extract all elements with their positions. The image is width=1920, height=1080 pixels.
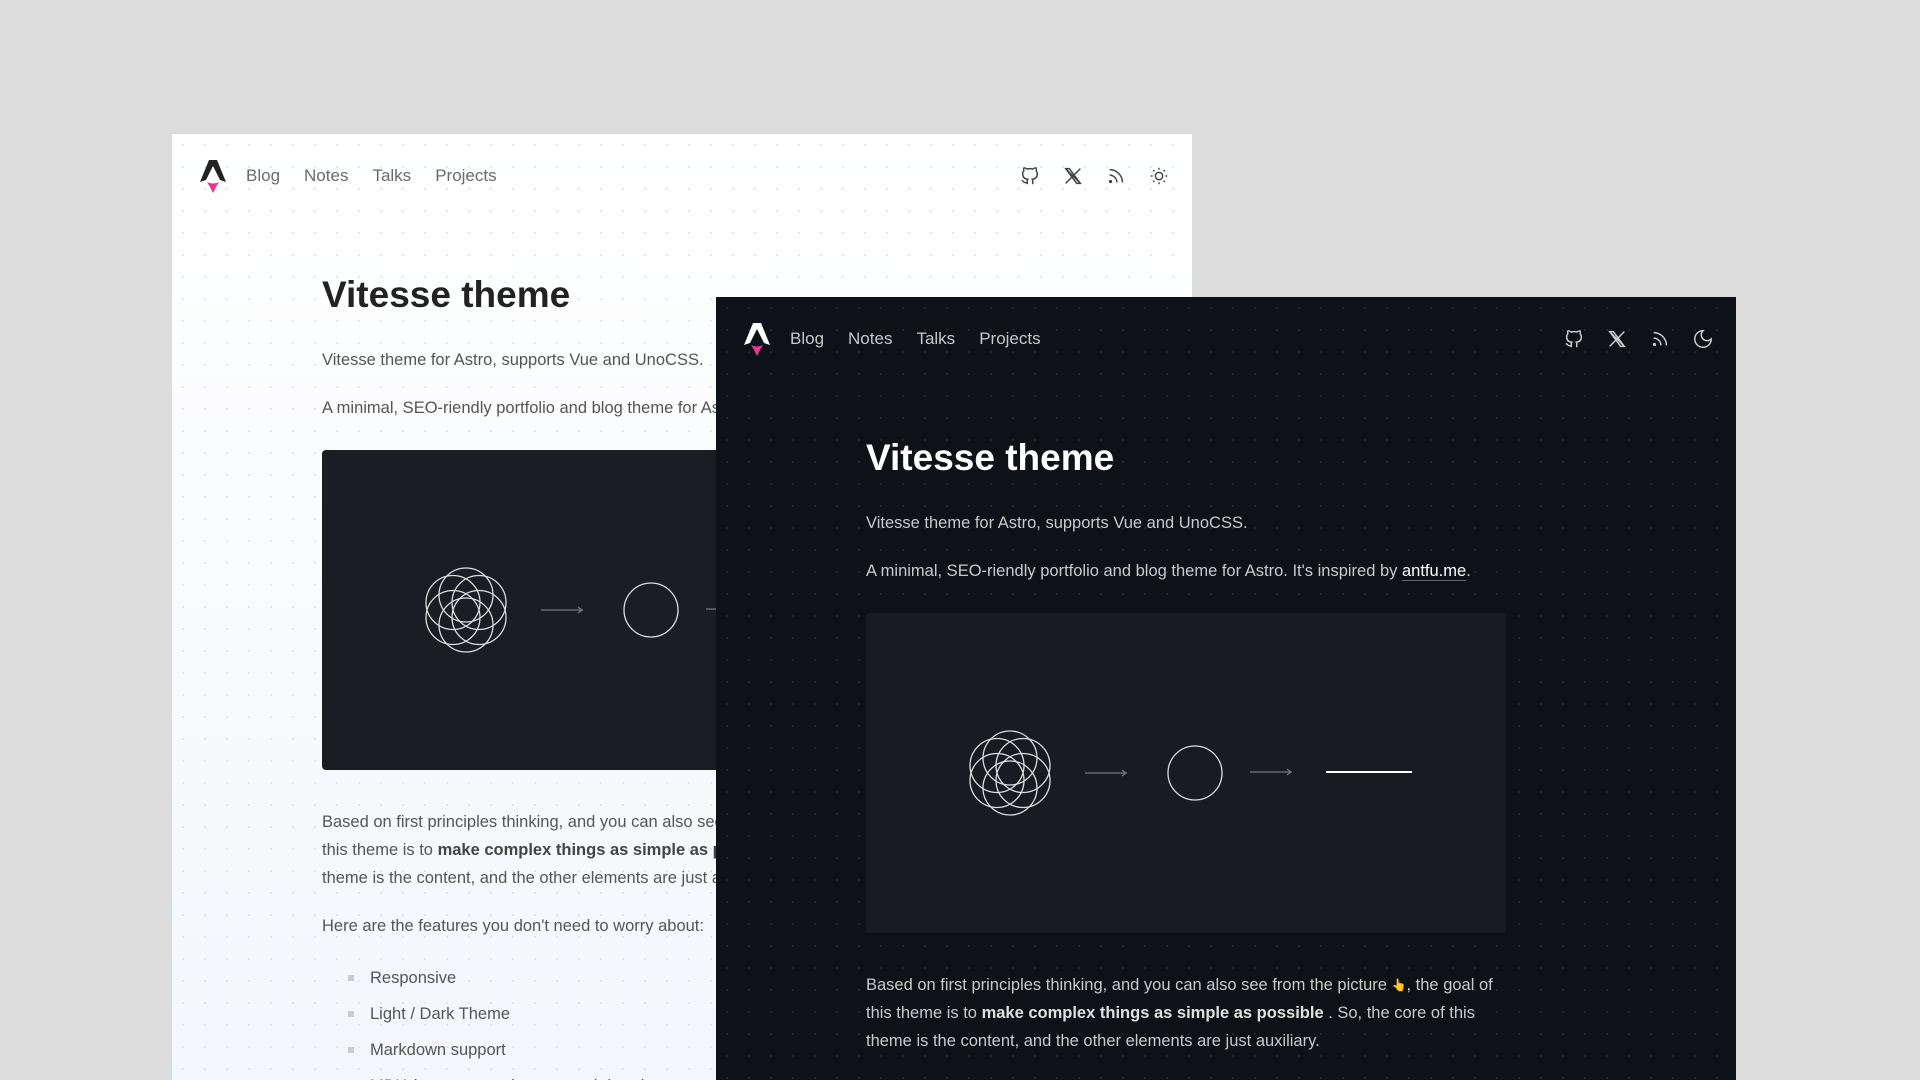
principles-bold: make complex things as simple as possibl…	[981, 1004, 1324, 1022]
nav-notes[interactable]: Notes	[304, 166, 348, 186]
astro-logo-icon[interactable]	[742, 321, 772, 357]
nav-notes[interactable]: Notes	[848, 329, 892, 349]
principles-pre: Based on first principles thinking, and …	[866, 976, 1392, 994]
arrow-icon	[1085, 769, 1128, 777]
rss-icon[interactable]	[1649, 328, 1671, 350]
x-twitter-icon[interactable]	[1062, 165, 1084, 187]
top-nav: Blog Notes Talks Projects	[198, 156, 1170, 196]
nav-blog[interactable]: Blog	[246, 166, 280, 186]
nav-projects[interactable]: Projects	[979, 329, 1040, 349]
page-title: Vitesse theme	[866, 437, 1115, 478]
dark-theme-window: Blog Notes Talks Projects Vitesse theme …	[716, 297, 1736, 1080]
arrow-icon	[541, 606, 584, 614]
nav-blog[interactable]: Blog	[790, 329, 824, 349]
description-text: A minimal, SEO-riendly portfolio and blo…	[866, 557, 1506, 585]
github-icon[interactable]	[1563, 328, 1585, 350]
article: Vitesse theme Vitesse theme for Astro, s…	[866, 437, 1506, 1075]
principles-text: Based on first principles thinking, and …	[866, 971, 1506, 1055]
intro-text: Vitesse theme for Astro, supports Vue an…	[866, 514, 1248, 532]
nav-talks[interactable]: Talks	[372, 166, 411, 186]
flower-of-life-icon	[425, 567, 507, 653]
nav-projects[interactable]: Projects	[435, 166, 496, 186]
rss-icon[interactable]	[1105, 165, 1127, 187]
antfu-link[interactable]: antfu.me	[1401, 562, 1467, 581]
circle-icon	[1167, 745, 1223, 801]
github-icon[interactable]	[1019, 165, 1041, 187]
hero-illustration	[866, 613, 1506, 933]
arrow-icon	[1250, 768, 1293, 776]
top-nav: Blog Notes Talks Projects	[742, 319, 1714, 359]
description-post: .	[1466, 562, 1471, 580]
description-pre: A minimal, SEO-riendly portfolio and blo…	[866, 562, 1402, 580]
pointing-up-emoji: 👆	[1391, 978, 1407, 992]
nav-talks[interactable]: Talks	[916, 329, 955, 349]
moon-icon[interactable]	[1692, 328, 1714, 350]
astro-logo-icon[interactable]	[198, 158, 228, 194]
x-twitter-icon[interactable]	[1606, 328, 1628, 350]
flower-of-life-icon	[969, 730, 1051, 816]
circle-icon	[623, 582, 679, 638]
sun-icon[interactable]	[1148, 165, 1170, 187]
